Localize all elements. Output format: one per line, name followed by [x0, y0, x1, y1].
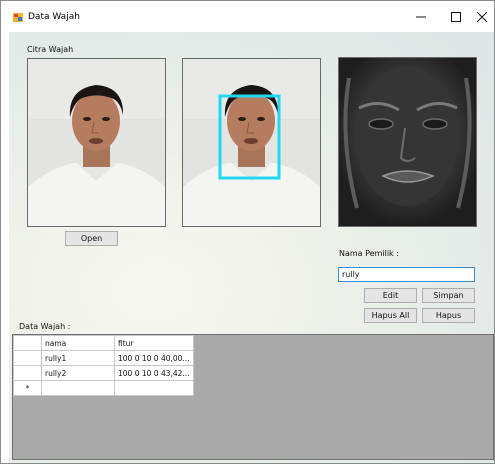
nama-pemilik-input[interactable]: rully: [338, 267, 475, 282]
cell-nama[interactable]: [41, 380, 115, 396]
data-wajah-window: Data Wajah Citra Wajah Open Nama Pemilik…: [0, 0, 495, 464]
hapus-all-button[interactable]: Hapus All: [364, 308, 417, 323]
maximize-icon: [451, 12, 461, 22]
data-wajah-label: Data Wajah :: [19, 322, 71, 331]
cell-fitur[interactable]: 100 0 10 0 43,42...: [114, 365, 194, 381]
column-header-fitur[interactable]: fitur: [114, 335, 194, 351]
detected-face-image: [182, 58, 321, 227]
cell-fitur[interactable]: [114, 380, 194, 396]
original-face-image: [27, 58, 166, 227]
table-row[interactable]: rully1 100 0 10 0 40,00...: [13, 350, 194, 366]
processed-face-image: [338, 57, 477, 227]
cell-fitur[interactable]: 100 0 10 0 40,00...: [114, 350, 194, 366]
cell-nama[interactable]: rully2: [41, 365, 115, 381]
new-row[interactable]: *: [13, 380, 194, 396]
hapus-button[interactable]: Hapus: [422, 308, 475, 323]
cell-nama[interactable]: rully1: [41, 350, 115, 366]
row-header[interactable]: [13, 365, 42, 381]
close-icon: [477, 12, 487, 22]
nama-pemilik-label: Nama Pemilik :: [339, 249, 399, 258]
data-grid-table: nama fitur rully1 100 0 10 0 40,00... ru…: [13, 335, 194, 396]
grid-header-row: nama fitur: [13, 335, 194, 351]
title-bar: Data Wajah: [1, 1, 494, 31]
row-header[interactable]: [13, 350, 42, 366]
open-button[interactable]: Open: [65, 231, 118, 246]
new-row-marker: *: [13, 380, 42, 396]
app-icon: [13, 13, 23, 22]
edit-button[interactable]: Edit: [364, 288, 417, 303]
window-title: Data Wajah: [28, 12, 80, 22]
data-wajah-grid[interactable]: nama fitur rully1 100 0 10 0 40,00... ru…: [12, 334, 494, 460]
close-button[interactable]: [467, 6, 495, 28]
minimize-button[interactable]: [406, 6, 436, 28]
citra-wajah-label: Citra Wajah: [27, 45, 74, 54]
column-header-nama[interactable]: nama: [41, 335, 115, 351]
simpan-button[interactable]: Simpan: [422, 288, 475, 303]
row-header-corner: [13, 335, 42, 351]
table-row[interactable]: rully2 100 0 10 0 43,42...: [13, 365, 194, 381]
minimize-icon: [416, 16, 426, 18]
